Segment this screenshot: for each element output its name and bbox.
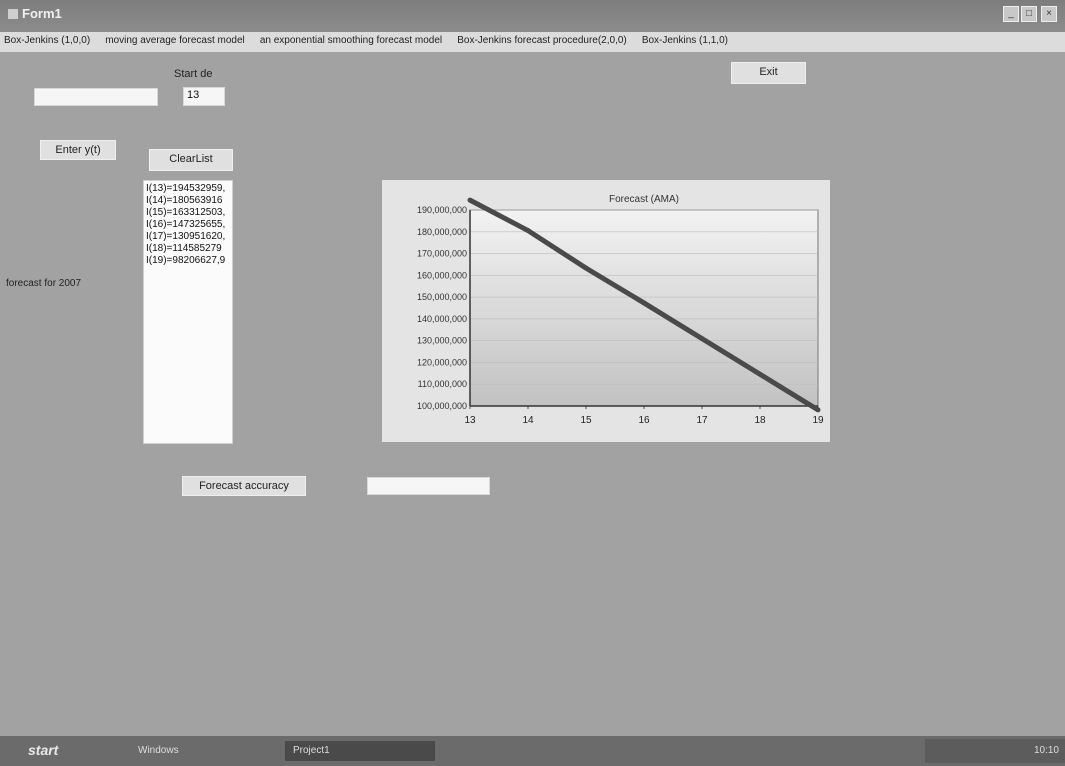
menu-item-exponential-smoothing[interactable]: an exponential smoothing forecast model: [248, 32, 442, 46]
start-button[interactable]: start: [28, 742, 58, 758]
forecast-chart: 100,000,000 110,000,000 120,000,000 130,000…: [382, 180, 830, 442]
list-item[interactable]: I(19)=98206627,9: [146, 255, 230, 267]
data-point: [583, 265, 589, 271]
y-tick-label: 130,000,000: [417, 336, 467, 346]
list-item[interactable]: I(14)=180563916: [146, 195, 230, 207]
list-item[interactable]: I(17)=130951620,: [146, 231, 230, 243]
x-tick-label: 16: [638, 415, 650, 426]
data-point: [757, 371, 763, 377]
y-tick-label: 100,000,000: [417, 401, 467, 411]
exit-button[interactable]: Exit: [731, 62, 806, 84]
window-title: Form1: [22, 6, 62, 21]
list-item[interactable]: I(13)=194532959,: [146, 183, 230, 195]
start-label: Start de: [174, 68, 213, 80]
data-point: [641, 300, 647, 306]
minimize-button[interactable]: _: [1003, 6, 1019, 22]
taskbar-item-project[interactable]: Project1: [285, 741, 435, 761]
app-icon: [8, 9, 18, 19]
clear-list-button[interactable]: ClearList: [149, 149, 233, 171]
x-tick-label: 13: [464, 415, 476, 426]
menu-item-box-jenkins-100[interactable]: Box-Jenkins (1,0,0): [0, 32, 90, 46]
list-item[interactable]: I(15)=163312503,: [146, 207, 230, 219]
y-tick-label: 110,000,000: [418, 379, 467, 389]
data-point: [525, 228, 531, 234]
taskbar: start Windows Project1 10:10: [0, 736, 1065, 766]
results-list[interactable]: I(13)=194532959, I(14)=180563916 I(15)=1…: [143, 180, 233, 444]
start-input[interactable]: 13: [183, 87, 225, 106]
enter-button[interactable]: Enter y(t): [40, 140, 116, 160]
system-tray: 10:10: [925, 739, 1065, 763]
form-body: Start de 13 Enter y(t) ClearList Exit I(…: [0, 52, 1065, 736]
menu-bar: Box-Jenkins (1,0,0) moving average forec…: [0, 32, 1065, 52]
chart-title: Forecast (AMA): [609, 194, 679, 205]
menu-item-box-jenkins-200[interactable]: Box-Jenkins forecast procedure(2,0,0): [445, 32, 627, 46]
data-point: [467, 197, 473, 203]
x-tick-label: 15: [580, 415, 592, 426]
y-tick-label: 140,000,000: [417, 314, 467, 324]
forecast-label: forecast for 2007: [6, 278, 82, 289]
close-button[interactable]: ×: [1041, 6, 1057, 22]
y-tick-label: 180,000,000: [417, 227, 467, 237]
x-tick-label: 17: [696, 415, 708, 426]
y-tick-label: 150,000,000: [417, 292, 467, 302]
y-tick-label: 120,000,000: [417, 357, 467, 367]
taskbar-item-windows[interactable]: Windows: [130, 741, 270, 761]
y-tick-label: 170,000,000: [417, 249, 467, 259]
menu-item-box-jenkins-110[interactable]: Box-Jenkins (1,1,0): [630, 32, 728, 46]
clock: 10:10: [1033, 745, 1059, 756]
maximize-button[interactable]: □: [1021, 6, 1037, 22]
x-tick-label: 18: [754, 415, 766, 426]
value-input[interactable]: [34, 88, 158, 106]
list-item[interactable]: I(18)=114585279: [146, 243, 230, 255]
y-tick-label: 190,000,000: [417, 205, 467, 215]
y-tick-label: 160,000,000: [417, 270, 467, 280]
menu-item-moving-average[interactable]: moving average forecast model: [93, 32, 245, 46]
forecast-accuracy-button[interactable]: Forecast accuracy: [182, 476, 306, 496]
accuracy-output: [367, 477, 490, 495]
data-point: [699, 336, 705, 342]
chart-svg: 100,000,000 110,000,000 120,000,000 130,000…: [417, 194, 824, 426]
data-point: [815, 407, 821, 413]
list-item[interactable]: I(16)=147325655,: [146, 219, 230, 231]
x-tick-label: 14: [522, 415, 534, 426]
title-bar[interactable]: Form1 _ □ ×: [0, 0, 1065, 32]
x-tick-label: 19: [812, 415, 824, 426]
